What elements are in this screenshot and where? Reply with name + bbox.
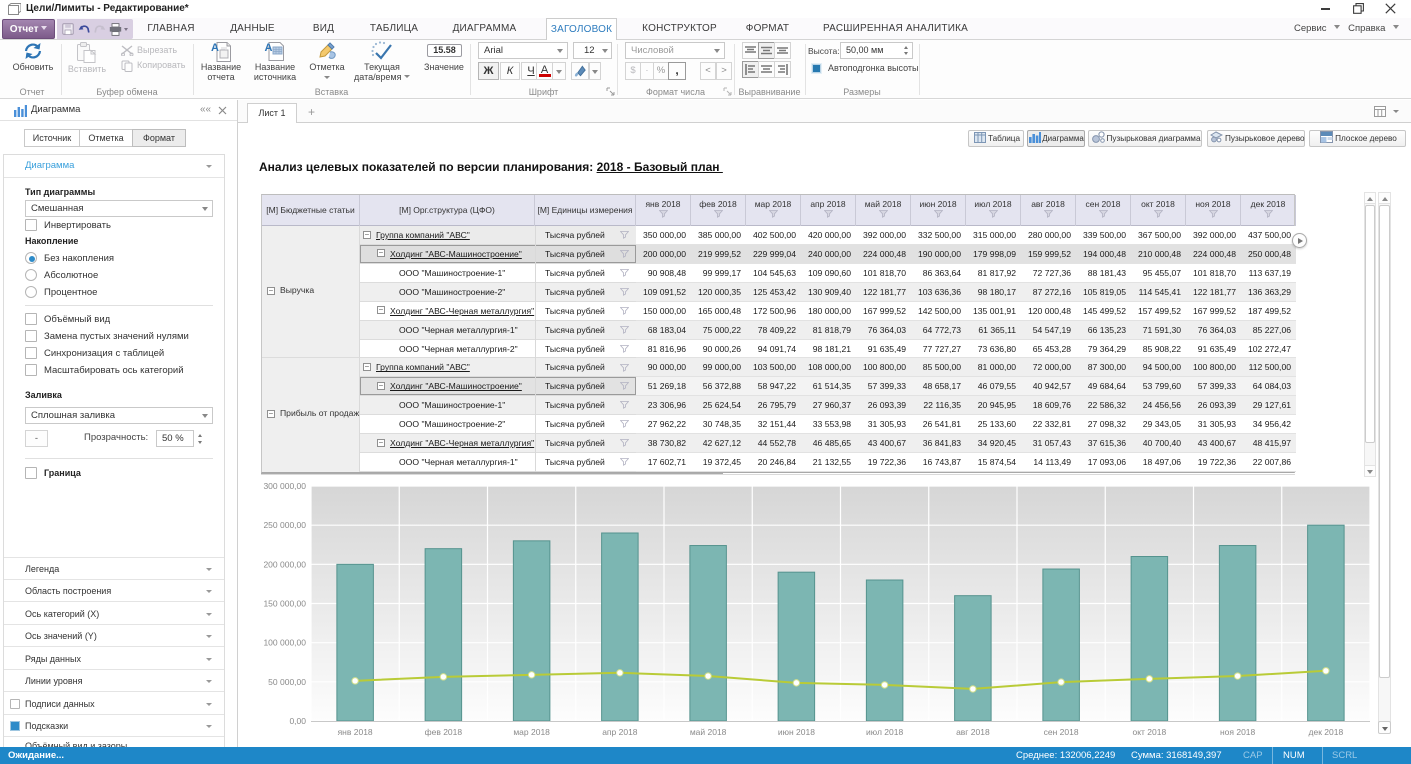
svg-text:A: A [265, 42, 273, 54]
svg-text:50 000,00: 50 000,00 [268, 677, 306, 687]
svg-text:250 000,00: 250 000,00 [263, 520, 306, 530]
svg-text:300 000,00: 300 000,00 [263, 481, 306, 491]
svg-text:июн 2018: июн 2018 [778, 727, 815, 737]
svg-text:янв 2018: янв 2018 [338, 727, 373, 737]
svg-text:дек 2018: дек 2018 [1309, 727, 1344, 737]
svg-text:200 000,00: 200 000,00 [263, 559, 306, 569]
svg-text:сен 2018: сен 2018 [1044, 727, 1079, 737]
svg-text:150 000,00: 150 000,00 [263, 599, 306, 609]
svg-text:окт 2018: окт 2018 [1133, 727, 1167, 737]
svg-text:0,00: 0,00 [289, 716, 306, 726]
svg-text:фев 2018: фев 2018 [425, 727, 463, 737]
svg-text:май 2018: май 2018 [690, 727, 727, 737]
svg-text:авг 2018: авг 2018 [956, 727, 990, 737]
svg-text:мар 2018: мар 2018 [513, 727, 550, 737]
svg-text:A: A [211, 42, 219, 54]
svg-text:100 000,00: 100 000,00 [263, 638, 306, 648]
svg-text:ноя 2018: ноя 2018 [1220, 727, 1256, 737]
svg-text:апр 2018: апр 2018 [602, 727, 638, 737]
svg-text:июл 2018: июл 2018 [866, 727, 903, 737]
